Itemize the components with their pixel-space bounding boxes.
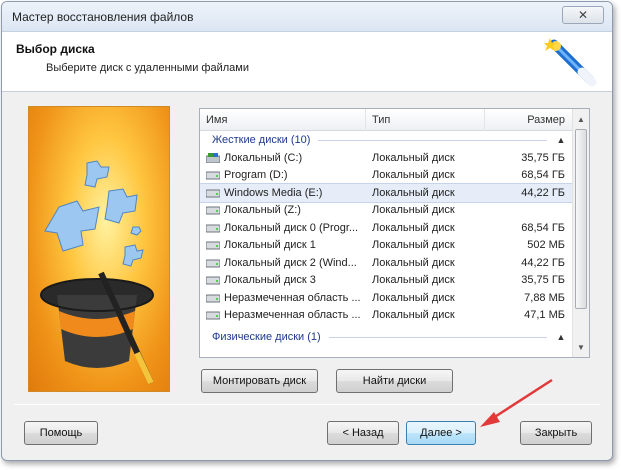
table-row[interactable]: Локальный (C:) Локальный диск 35,75 ГБ	[200, 149, 573, 167]
chevron-up-icon[interactable]: ▲	[555, 332, 567, 342]
drive-icon	[206, 259, 220, 268]
drive-icon	[206, 311, 220, 320]
drive-icon	[206, 224, 220, 233]
column-header-name[interactable]: Имя	[200, 109, 366, 131]
table-row[interactable]: Локальный диск 2 (Wind... Локальный диск…	[200, 254, 573, 272]
drive-icon	[206, 206, 220, 215]
help-button[interactable]: Помощь	[24, 421, 98, 445]
table-row[interactable]: Локальный диск 3 Локальный диск 35,75 ГБ	[200, 272, 573, 290]
drive-icon	[206, 241, 220, 250]
group-label: Физические диски (1)	[212, 331, 321, 343]
table-row[interactable]: Локальный диск 0 (Progr... Локальный дис…	[200, 219, 573, 237]
drive-icon	[206, 294, 220, 303]
window-title: Мастер восстановления файлов	[12, 10, 194, 24]
magic-hat-illustration	[40, 160, 154, 385]
page-subtitle: Выберите диск с удаленными файлами	[46, 62, 249, 74]
chevron-up-icon[interactable]: ▲	[555, 135, 567, 145]
system-drive-icon	[206, 152, 220, 163]
close-icon: ✕	[577, 8, 589, 22]
list-header: Имя Тип Размер	[200, 109, 573, 131]
find-disks-button[interactable]: Найти диски	[336, 369, 453, 393]
table-row[interactable]: Program (D:) Локальный диск 68,54 ГБ	[200, 167, 573, 185]
scroll-down-icon[interactable]: ▼	[573, 339, 589, 355]
page-title: Выбор диска	[16, 42, 95, 56]
mount-disk-button[interactable]: Монтировать диск	[201, 369, 318, 393]
column-header-type[interactable]: Тип	[366, 109, 485, 131]
disk-list[interactable]: Имя Тип Размер Жесткие диски (10) ▲ Лока…	[199, 108, 590, 358]
next-button[interactable]: Далее >	[406, 421, 476, 445]
recovery-wizard-window: Мастер восстановления файлов ✕ Выбор дис…	[1, 1, 613, 461]
table-row[interactable]: Неразмеченная область ... Локальный диск…	[200, 289, 573, 307]
scroll-up-icon[interactable]: ▲	[573, 111, 589, 127]
group-hard-disks[interactable]: Жесткие диски (10) ▲	[200, 131, 573, 149]
group-label: Жесткие диски (10)	[212, 134, 311, 146]
group-divider	[318, 139, 547, 141]
group-physical-disks[interactable]: Физические диски (1) ▲	[200, 328, 573, 346]
vertical-scrollbar[interactable]: ▲ ▼	[572, 109, 589, 357]
close-window-button[interactable]: ✕	[562, 6, 604, 24]
scrollbar-thumb[interactable]	[575, 129, 587, 309]
drive-icon	[206, 276, 220, 285]
title-bar: Мастер восстановления файлов ✕	[2, 2, 612, 32]
drive-icon	[206, 189, 220, 198]
wizard-header: Выбор диска Выберите диск с удаленными ф…	[2, 32, 612, 92]
magic-wand-icon	[544, 38, 597, 87]
wizard-illustration	[28, 106, 170, 392]
table-row[interactable]: Локальный (Z:) Локальный диск	[200, 202, 573, 220]
table-row-selected[interactable]: Windows Media (E:) Локальный диск 44,22 …	[200, 183, 574, 203]
group-divider	[328, 336, 547, 338]
drive-icon	[206, 171, 220, 180]
red-arrow-annotation	[480, 378, 553, 427]
back-button[interactable]: < Назад	[327, 421, 399, 445]
column-header-size[interactable]: Размер	[485, 109, 573, 131]
list-rows: Жесткие диски (10) ▲ Локальный (C:) Лока…	[200, 131, 574, 346]
table-row[interactable]: Локальный диск 1 Локальный диск 502 МБ	[200, 237, 573, 255]
table-row[interactable]: Неразмеченная область ... Локальный диск…	[200, 307, 573, 325]
